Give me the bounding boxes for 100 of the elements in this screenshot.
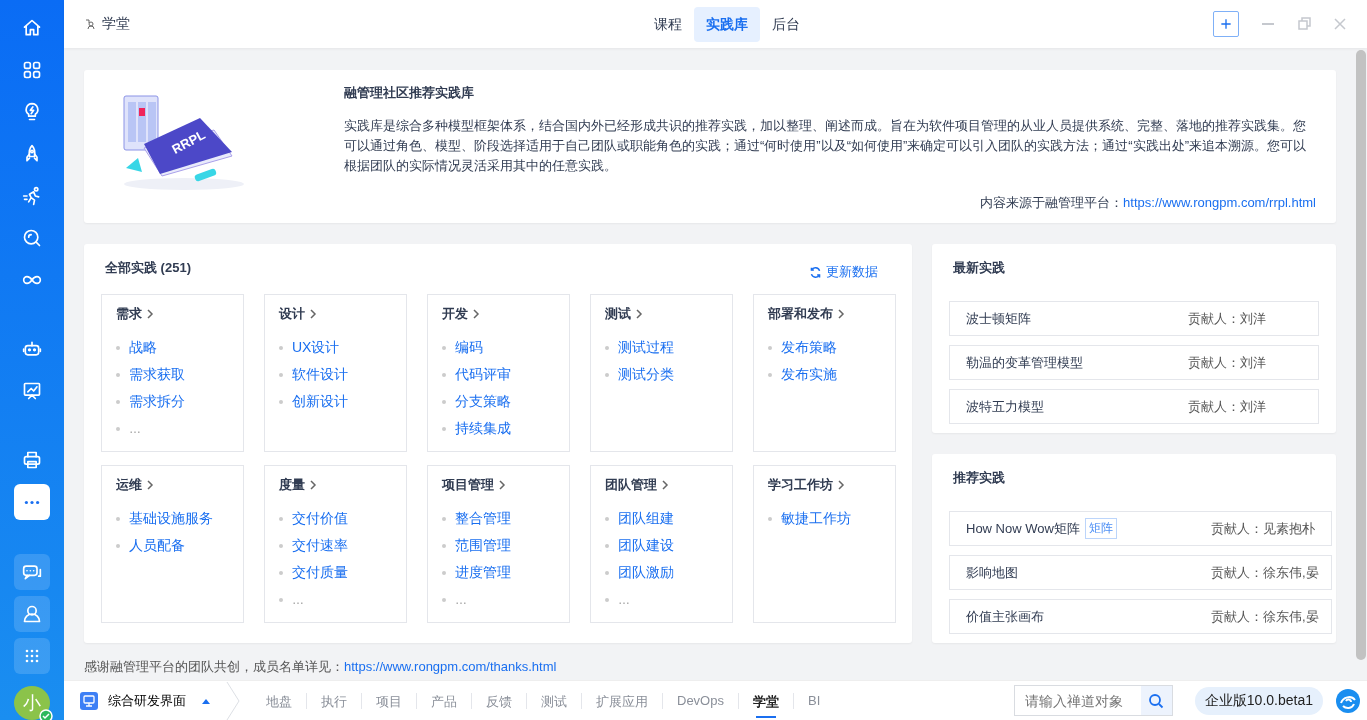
- practice-row[interactable]: 影响地图 贡献人：徐东伟,晏: [949, 555, 1332, 590]
- bullet-icon: [279, 543, 283, 548]
- practice-name: How Now Wow矩阵: [966, 519, 1080, 538]
- book-illustration-drawing: RRPL: [123, 95, 244, 190]
- practice-link[interactable]: 需求获取: [129, 365, 185, 384]
- practice-link[interactable]: 团队组建: [618, 509, 674, 528]
- breadcrumb-chevron-icon: [226, 680, 240, 720]
- chevron-right-icon: [635, 309, 643, 319]
- section-title: 全部实践 (251): [105, 259, 191, 277]
- practice-link[interactable]: 软件设计: [292, 365, 348, 384]
- nav-item[interactable]: BI: [792, 692, 835, 709]
- practice-name: 波士顿矩阵: [966, 309, 1031, 328]
- category-link[interactable]: 开发: [442, 305, 480, 323]
- contributor-text: 贡献人：见素抱朴: [1211, 519, 1316, 538]
- category-link[interactable]: 测试: [605, 305, 643, 323]
- practice-link[interactable]: 创新设计: [292, 392, 348, 411]
- source-label: 内容来源于融管理平台：: [980, 195, 1124, 210]
- practice-link[interactable]: 分支策略: [455, 392, 511, 411]
- category-link[interactable]: 部署和发布: [768, 305, 845, 323]
- practice-link[interactable]: 发布实施: [781, 365, 837, 384]
- nav-item[interactable]: 测试: [526, 692, 581, 709]
- tab[interactable]: 课程: [642, 7, 694, 42]
- scrollbar[interactable]: [1356, 50, 1366, 660]
- bullet-icon: [605, 597, 609, 602]
- practice-link[interactable]: 交付价值: [292, 509, 348, 528]
- refresh-button[interactable]: 更新数据: [809, 263, 878, 281]
- practice-link[interactable]: 进度管理: [455, 563, 511, 582]
- practice-link[interactable]: 团队激励: [618, 563, 674, 582]
- bullet-icon: [605, 543, 609, 548]
- nav-item[interactable]: 地盘: [252, 692, 306, 709]
- bullet-icon: [279, 570, 283, 575]
- practice-link[interactable]: 基础设施服务: [129, 509, 213, 528]
- practice-row[interactable]: 波士顿矩阵 贡献人：刘洋: [949, 301, 1319, 336]
- more-ellipsis: …: [292, 592, 304, 607]
- intro-title: 融管理社区推荐实践库: [344, 84, 475, 102]
- practice-link[interactable]: 发布策略: [781, 338, 837, 357]
- sidebar-item[interactable]: [14, 638, 50, 674]
- practice-link[interactable]: 需求拆分: [129, 392, 185, 411]
- contributor-text: 贡献人：刘洋: [1188, 397, 1267, 416]
- nav-item[interactable]: 学堂: [737, 692, 793, 709]
- source-link[interactable]: https://www.rongpm.com/rrpl.html: [1123, 195, 1316, 210]
- bullet-icon: [116, 399, 120, 404]
- bullet-icon: [279, 372, 283, 377]
- practice-link[interactable]: 编码: [455, 338, 483, 357]
- nav-item[interactable]: DevOps: [662, 692, 738, 709]
- sidebar-item[interactable]: [14, 596, 50, 632]
- nav-item[interactable]: 反馈: [471, 692, 526, 709]
- practice-link[interactable]: 整合管理: [455, 509, 511, 528]
- chat-icon: [22, 562, 42, 582]
- app-title: 学堂: [102, 15, 130, 33]
- practice-link[interactable]: 交付速率: [292, 536, 348, 555]
- bullet-icon: [116, 516, 120, 521]
- practice-link[interactable]: 持续集成: [455, 419, 511, 438]
- practice-link[interactable]: 代码评审: [455, 365, 511, 384]
- nav-item[interactable]: 扩展应用: [581, 692, 662, 709]
- practice-link[interactable]: 人员配备: [129, 536, 185, 555]
- practice-link[interactable]: 测试过程: [618, 338, 674, 357]
- contributor-text: 贡献人：刘洋: [1188, 353, 1267, 372]
- thanks-link[interactable]: https://www.rongpm.com/thanks.html: [344, 659, 557, 674]
- workspace-switcher[interactable]: 综合研发界面: [80, 691, 210, 710]
- tab[interactable]: 实践库: [694, 7, 760, 42]
- bullet-icon: [442, 345, 446, 350]
- chevron-right-icon: [146, 480, 154, 490]
- category-link[interactable]: 项目管理: [442, 476, 506, 494]
- practice-name: 勒温的变革管理模型: [966, 353, 1083, 372]
- swirl-logo-icon[interactable]: [1335, 687, 1361, 714]
- add-button[interactable]: [1213, 11, 1239, 37]
- presentation-chart-icon: [22, 381, 42, 401]
- category-link[interactable]: 需求: [116, 305, 154, 323]
- more-ellipsis: …: [455, 592, 467, 607]
- practice-link[interactable]: 战略: [129, 338, 157, 357]
- sidebar-item[interactable]: [14, 484, 50, 520]
- category-link[interactable]: 团队管理: [605, 476, 669, 494]
- refresh-icon: [809, 265, 822, 279]
- nav-item[interactable]: 产品: [416, 692, 471, 709]
- printer-icon: [22, 450, 42, 470]
- active-underline: [755, 715, 776, 718]
- practice-link[interactable]: 交付质量: [292, 563, 348, 582]
- practice-link[interactable]: 敏捷工作坊: [781, 509, 851, 528]
- category-link[interactable]: 运维: [116, 476, 154, 494]
- practice-link[interactable]: 测试分类: [618, 365, 674, 384]
- practice-link[interactable]: 团队建设: [618, 536, 674, 555]
- nav-item[interactable]: 项目: [361, 692, 416, 709]
- practice-row[interactable]: 价值主张画布 贡献人：徐东伟,晏: [949, 599, 1332, 634]
- grid-icon: [22, 60, 42, 80]
- practice-tag: 矩阵: [1084, 518, 1117, 539]
- practice-row[interactable]: 勒温的变革管理模型 贡献人：刘洋: [949, 345, 1319, 380]
- bullet-icon: [442, 516, 446, 521]
- category-link[interactable]: 度量: [279, 476, 317, 494]
- practice-link[interactable]: UX设计: [292, 338, 340, 357]
- category-link[interactable]: 设计: [279, 305, 317, 323]
- practice-row[interactable]: How Now Wow矩阵 矩阵 贡献人：见素抱朴: [949, 511, 1332, 546]
- sidebar-item[interactable]: [14, 554, 50, 590]
- practice-link[interactable]: 范围管理: [455, 536, 511, 555]
- chevron-right-icon: [309, 480, 317, 490]
- nav-item[interactable]: 执行: [306, 692, 361, 709]
- bullet-icon: [442, 372, 446, 377]
- tab[interactable]: 后台: [760, 7, 812, 42]
- category-link[interactable]: 学习工作坊: [768, 476, 845, 494]
- practice-row[interactable]: 波特五力模型 贡献人：刘洋: [949, 389, 1319, 424]
